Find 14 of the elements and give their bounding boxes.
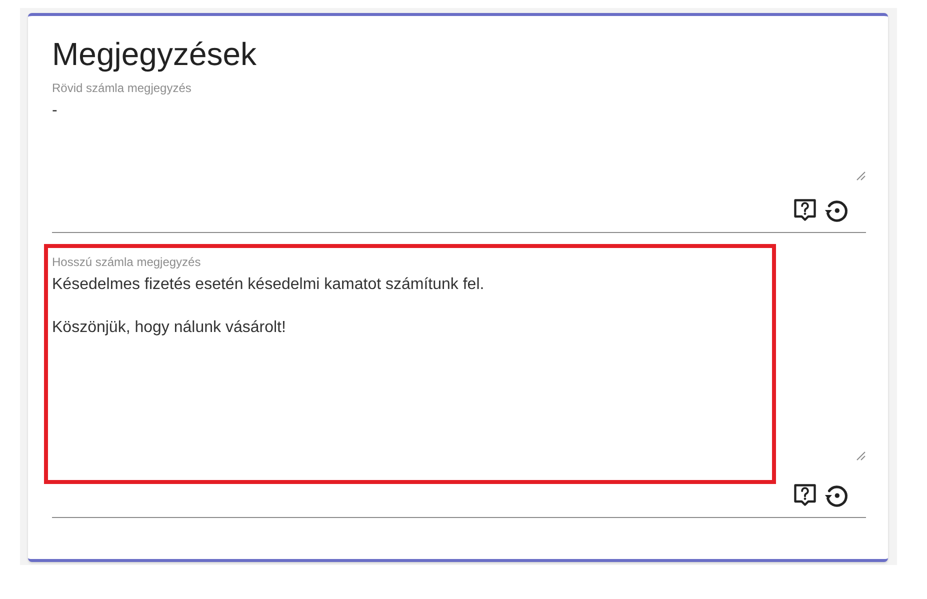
- resize-grip-icon[interactable]: [856, 171, 866, 181]
- help-button[interactable]: [792, 197, 818, 223]
- resize-grip-icon[interactable]: [856, 451, 866, 461]
- help-button[interactable]: [792, 482, 818, 508]
- field-text: Késedelmes fizetés esetén késedelmi kamatot számítunk fel.: [52, 275, 484, 295]
- card-title: Megjegyzések: [52, 35, 258, 74]
- field-text: Köszönjük, hogy nálunk vásárolt!: [52, 318, 286, 338]
- field-text: -: [52, 101, 58, 121]
- help-icon: [792, 197, 818, 223]
- textarea-field[interactable]: Rövid számla megjegyzés -: [52, 81, 866, 233]
- help-icon: [792, 482, 818, 508]
- textarea-field[interactable]: Hosszú számla megjegyzés Késedelmes fizetés esetén késedelmi kamatot számítunk fel. Köszönjük, hogy nálunk vásárolt!: [52, 255, 866, 518]
- field-label: Rövid számla megjegyzés: [52, 81, 192, 95]
- field-label: Hosszú számla megjegyzés: [52, 255, 201, 269]
